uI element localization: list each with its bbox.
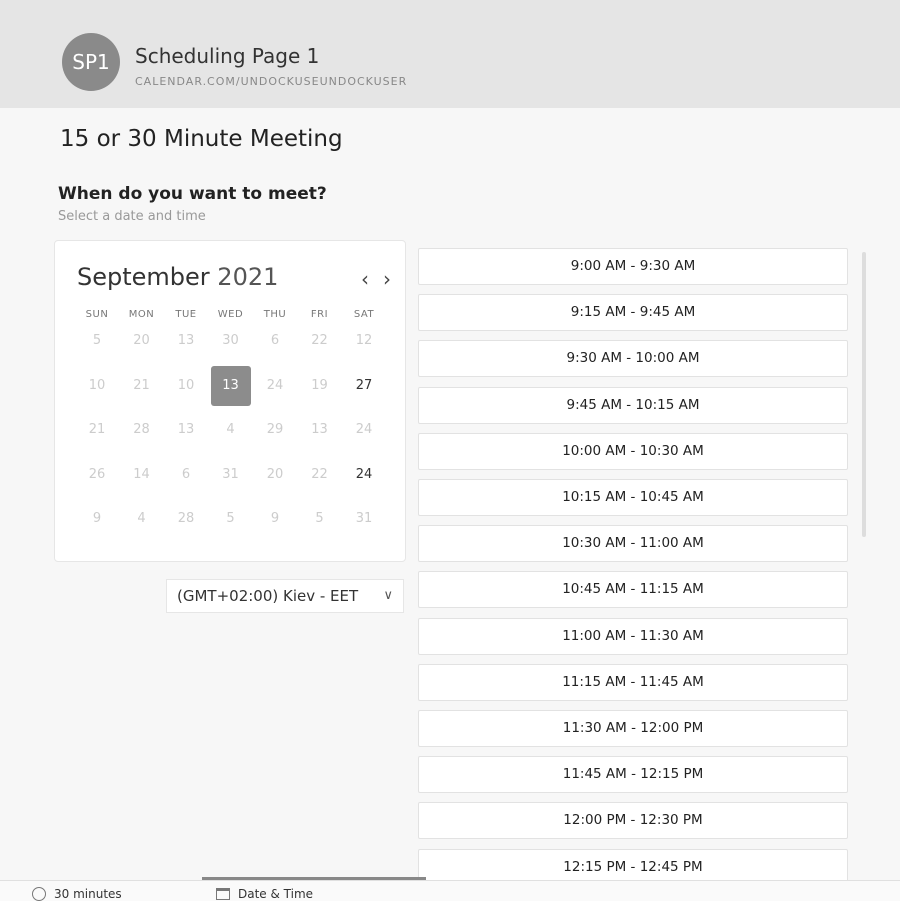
calendar-day: 30 [222,333,239,348]
time-slot-button[interactable]: 11:15 AM - 11:45 AM [418,663,848,701]
scheduling-page-url[interactable]: CALENDAR.COM/UNDOCKUSEUNDOCKUSER [135,75,407,88]
meet-instruction: Select a date and time [58,209,206,224]
time-slot-button[interactable]: 11:30 AM - 12:00 PM [418,710,848,747]
calendar-month: September [77,263,210,291]
calendar-day: 4 [137,511,146,526]
calendar-day: 12 [355,333,373,348]
calendar-day: 28 [133,422,150,437]
footer-step: Date & Time [216,887,313,901]
weekday-header: SAT [353,309,375,320]
time-slot-button[interactable]: 9:45 AM - 10:15 AM [418,386,848,424]
weekday-header: FRI [310,309,329,320]
duration-label: 30 minutes [54,887,122,901]
calendar-day: 29 [266,422,284,437]
time-slot-button[interactable]: 11:00 AM - 11:30 AM [418,617,848,655]
calendar-icon [216,888,230,900]
meeting-title: 15 or 30 Minute Meeting [60,126,343,152]
calendar-day: 5 [315,511,324,526]
calendar-day: 5 [92,333,102,348]
scheduling-page-title: Scheduling Page 1 [135,44,320,68]
weekday-header: TUE [175,309,197,320]
timezone-select[interactable]: (GMT+02:00) Kiev - EET ∨ [166,579,404,613]
time-slot-button[interactable]: 9:15 AM - 9:45 AM [418,294,848,332]
time-slot-button[interactable]: 12:00 PM - 12:30 PM [418,802,848,840]
weekday-header: THU [263,309,287,320]
calendar-year: 2021 [217,263,279,291]
calendar-day-selected[interactable]: 13 [210,365,251,406]
chevron-down-icon: ∨ [383,588,393,603]
calendar-day: 13 [177,422,195,437]
calendar-month-label: September 2021 [77,263,278,291]
time-slot-button[interactable]: 11:45 AM - 12:15 PM [418,756,848,794]
footer-duration: 30 minutes [32,887,122,901]
calendar-day: 13 [177,333,195,348]
calendar-day: 14 [133,466,150,482]
calendar-day: 6 [181,466,191,482]
footer-bar [0,880,900,901]
avatar: SP1 [62,33,120,91]
calendar-widget: September 2021 ‹ › SUN MON TUE WED THU FRI SAT… [54,240,406,562]
calendar-day: 22 [311,333,328,348]
meet-question: When do you want to meet? [58,184,327,204]
calendar-day: 26 [88,466,106,482]
calendar-day: 13 [311,422,328,437]
calendar-day: 24 [266,377,284,393]
time-slot-list[interactable]: 9:00 AM - 9:30 AM 9:15 AM - 9:45 AM 9:30 A… [418,248,858,888]
time-slot-button[interactable]: 10:15 AM - 10:45 AM [418,479,848,516]
calendar-day: 6 [270,333,280,348]
calendar-day: 20 [266,466,284,482]
calendar-day: 10 [177,377,195,393]
calendar-day-available[interactable]: 24 [344,455,384,495]
step-label: Date & Time [238,887,314,901]
calendar-day: 21 [88,422,106,437]
clock-icon [32,887,46,901]
calendar-day: 28 [177,511,195,526]
time-slot-button[interactable]: 9:00 AM - 9:30 AM [418,248,848,285]
time-slot-button[interactable]: 10:45 AM - 11:15 AM [418,571,848,609]
calendar-day: 22 [311,466,328,482]
time-slot-button[interactable]: 10:30 AM - 11:00 AM [418,525,848,563]
time-slot-button[interactable]: 9:30 AM - 10:00 AM [418,340,848,378]
calendar-day: 20 [133,333,150,348]
timezone-value: (GMT+02:00) Kiev - EET [177,587,359,605]
weekday-header: WED [217,309,244,320]
calendar-day: 19 [311,377,328,393]
time-slot-scrollbar[interactable] [862,252,866,537]
calendar-day: 31 [355,511,373,526]
calendar-day: 9 [270,511,280,526]
calendar-day: 4 [226,422,235,437]
next-month-button[interactable]: › [383,269,391,289]
calendar-day: 10 [88,377,106,393]
calendar-day: 31 [222,466,239,482]
weekday-header: MON [128,309,155,320]
previous-month-button[interactable]: ‹ [361,269,369,289]
calendar-day-available[interactable]: 27 [344,366,384,406]
calendar-day: 21 [133,377,150,393]
time-slot-button[interactable]: 10:00 AM - 10:30 AM [418,432,848,470]
calendar-day: 9 [92,511,102,526]
weekday-header: SUN [85,309,109,320]
calendar-day: 24 [355,422,373,437]
page-header: SP1 Scheduling Page 1 CALENDAR.COM/UNDOC… [0,0,900,108]
calendar-day: 5 [226,511,235,526]
